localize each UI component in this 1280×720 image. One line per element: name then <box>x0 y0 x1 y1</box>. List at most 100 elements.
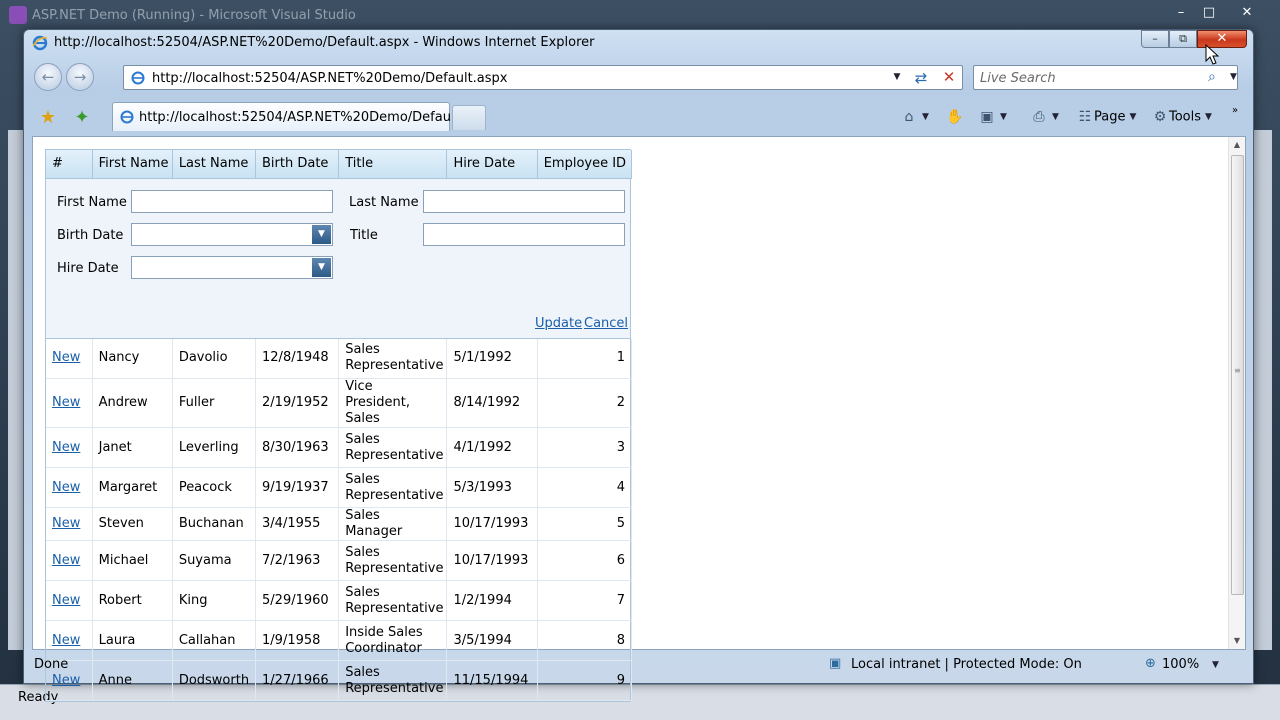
tab-default-aspx[interactable]: http://localhost:52504/ASP.NET%20Demo/De… <box>112 102 467 131</box>
cell-employee-id: 5 <box>537 507 633 541</box>
vs-close-icon[interactable]: ✕ <box>1234 4 1260 22</box>
home-button[interactable]: ⌂ ▼ <box>900 106 929 128</box>
ie-statusbar: Done ▣ Local intranet | Protected Mode: … <box>32 652 1246 677</box>
cell-title: Sales Representative <box>338 467 448 508</box>
vs-minimize-icon[interactable]: – <box>1168 4 1194 22</box>
cell-last-name: Peacock <box>172 467 257 508</box>
ie-window: http://localhost:52504/ASP.NET%20Demo/De… <box>23 29 1254 702</box>
maximize-button[interactable]: ⧉ <box>1169 30 1197 48</box>
new-link[interactable]: New <box>52 395 80 410</box>
refresh-icon[interactable]: ⇄ <box>911 69 931 87</box>
table-row: New Michael Suyama 7/2/1963 Sales Repres… <box>46 540 633 581</box>
tab-label: http://localhost:52504/ASP.NET%20Demo/De… <box>139 110 467 125</box>
cancel-link[interactable]: Cancel <box>584 316 628 331</box>
new-link[interactable]: New <box>52 440 80 455</box>
birth-date-picker[interactable]: ▼ <box>131 222 333 246</box>
cell-first-name: Michael <box>92 540 173 581</box>
cell-birth-date: 2/19/1952 <box>255 378 340 428</box>
search-input[interactable] <box>980 70 1200 86</box>
cell-employee-id: 7 <box>537 580 633 621</box>
chevron-down-icon: ▼ <box>922 112 929 122</box>
last-name-label: Last Name <box>349 194 419 210</box>
chevron-down-icon[interactable]: ▼ <box>312 224 331 244</box>
header-hire-date[interactable]: Hire Date <box>446 150 538 179</box>
more-commands-icon[interactable]: » <box>1232 100 1238 122</box>
forward-button[interactable]: → <box>66 63 94 91</box>
title-label: Title <box>350 227 378 243</box>
hire-date-label: Hire Date <box>57 260 119 276</box>
cell-first-name: Nancy <box>92 338 173 379</box>
address-bar[interactable]: http://localhost:52504/ASP.NET%20Demo/De… <box>123 65 963 90</box>
new-link[interactable]: New <box>52 480 80 495</box>
scroll-thumb[interactable]: ≡ <box>1231 155 1244 595</box>
vs-maximize-icon[interactable]: □ <box>1196 4 1222 22</box>
new-link[interactable]: New <box>52 350 80 365</box>
printer-icon: ⎙ <box>1033 109 1045 125</box>
first-name-field[interactable] <box>131 189 333 213</box>
birth-date-label: Birth Date <box>57 227 124 243</box>
search-dropdown-icon[interactable]: ▼ <box>1230 72 1240 82</box>
zoom-level[interactable]: 100% <box>1162 657 1199 672</box>
cell-last-name: Buchanan <box>172 507 257 541</box>
header-number[interactable]: # <box>46 150 93 179</box>
print-button[interactable]: ⎙ ▼ <box>1030 106 1059 128</box>
add-favorites-icon[interactable]: ✦ <box>72 107 92 128</box>
research-button[interactable]: ✋ <box>946 106 964 128</box>
header-last-name[interactable]: Last Name <box>172 150 257 179</box>
update-link[interactable]: Update <box>535 316 582 331</box>
title-field[interactable] <box>423 222 625 246</box>
search-icon[interactable]: ⌕ <box>1208 69 1224 85</box>
chevron-down-icon[interactable]: ▼ <box>312 257 331 277</box>
header-title[interactable]: Title <box>338 150 448 179</box>
cell-title: Sales Representative <box>338 540 448 581</box>
last-name-field[interactable] <box>423 189 625 213</box>
tools-menu[interactable]: ⚙ Tools ▼ <box>1151 106 1212 128</box>
header-first-name[interactable]: First Name <box>92 150 173 179</box>
new-link[interactable]: New <box>52 516 80 531</box>
feeds-button[interactable]: ▣ ▼ <box>978 106 1007 128</box>
page-menu[interactable]: ☷ Page ▼ <box>1076 106 1137 128</box>
cell-hire-date: 4/1/1992 <box>446 427 538 468</box>
page-menu-icon: ☷ <box>1078 109 1092 125</box>
employees-grid: # First Name Last Name Birth Date Title … <box>45 149 633 702</box>
cell-last-name: Suyama <box>172 540 257 581</box>
cell-birth-date: 5/29/1960 <box>255 580 340 621</box>
cell-hire-date: 5/3/1993 <box>446 467 538 508</box>
header-birth-date[interactable]: Birth Date <box>255 150 340 179</box>
scroll-down-icon[interactable]: ▼ <box>1229 633 1245 649</box>
home-icon: ⌂ <box>904 109 914 125</box>
hire-date-picker[interactable]: ▼ <box>131 255 333 279</box>
new-link[interactable]: New <box>52 593 80 608</box>
cell-birth-date: 9/19/1937 <box>255 467 340 508</box>
tab-page-icon <box>120 110 134 124</box>
cell-last-name: Leverling <box>172 427 257 468</box>
chevron-down-icon[interactable]: ▼ <box>1212 660 1219 670</box>
scroll-up-icon[interactable]: ▲ <box>1229 137 1245 153</box>
chevron-down-icon: ▼ <box>1000 112 1007 122</box>
ie-titlebar: http://localhost:52504/ASP.NET%20Demo/De… <box>24 30 1253 58</box>
vertical-scrollbar[interactable]: ▲ ≡ ▼ <box>1228 137 1245 649</box>
address-text[interactable]: http://localhost:52504/ASP.NET%20Demo/De… <box>152 71 507 86</box>
cell-employee-id: 3 <box>537 427 633 468</box>
favorites-star-icon[interactable]: ★ <box>38 107 58 128</box>
minimize-button[interactable]: – <box>1141 30 1169 48</box>
cell-employee-id: 2 <box>537 378 633 428</box>
grip-icon: ≡ <box>1234 366 1241 375</box>
table-row: New Nancy Davolio 12/8/1948 Sales Repres… <box>46 338 633 379</box>
cell-title: Sales Representative <box>338 580 448 621</box>
cell-birth-date: 12/8/1948 <box>255 338 340 379</box>
table-row: New Robert King 5/29/1960 Sales Represen… <box>46 580 633 621</box>
new-tab-button[interactable] <box>452 105 486 130</box>
security-zone-text[interactable]: Local intranet | Protected Mode: On <box>851 657 1082 672</box>
first-name-label: First Name <box>57 194 127 210</box>
zoom-icon[interactable]: ⊕ <box>1145 656 1161 672</box>
stop-icon[interactable]: ✕ <box>939 68 959 88</box>
search-box[interactable]: ⌕ <box>973 65 1238 90</box>
cell-title: Sales Representative <box>338 338 448 379</box>
header-employee-id[interactable]: Employee ID <box>537 150 633 179</box>
ie-logo-icon <box>32 35 48 51</box>
address-dropdown-icon[interactable]: ▼ <box>891 72 903 84</box>
new-link[interactable]: New <box>52 553 80 568</box>
new-link[interactable]: New <box>52 633 80 648</box>
back-button[interactable]: ← <box>34 63 62 91</box>
